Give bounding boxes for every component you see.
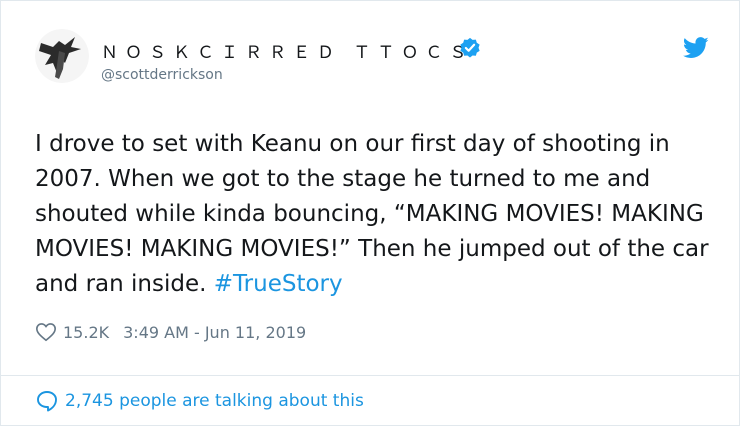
- divider: [1, 375, 740, 376]
- avatar[interactable]: [35, 29, 89, 83]
- display-name[interactable]: ＮＯＳＫＣＩＲＲＥＤ ＴＴＯＣＳ: [101, 38, 473, 63]
- user-handle[interactable]: @scottderrickson: [101, 67, 223, 83]
- conversation-text[interactable]: 2,745 people are talking about this: [65, 391, 364, 411]
- tweet-meta: 15.2K 3:49 AM - Jun 11, 2019: [35, 319, 635, 345]
- tweet-body: I drove to set with Keanu on our first d…: [35, 131, 709, 297]
- tweet-timestamp[interactable]: 3:49 AM - Jun 11, 2019: [123, 323, 306, 342]
- twitter-bird-icon[interactable]: [683, 37, 709, 59]
- comment-bubble-icon: [37, 391, 57, 412]
- tweet-text: I drove to set with Keanu on our first d…: [35, 127, 725, 302]
- conversation-link[interactable]: 2,745 people are talking about this: [35, 387, 364, 415]
- like-count[interactable]: 15.2K: [63, 323, 109, 342]
- verified-badge-icon: [460, 37, 480, 58]
- tweet-card[interactable]: ＮＯＳＫＣＩＲＲＥＤ ＴＴＯＣＳ @scottderrickson I drov…: [0, 0, 740, 426]
- hashtag-link[interactable]: #TrueStory: [214, 271, 343, 297]
- heart-icon[interactable]: [35, 321, 57, 343]
- tweet-header: ＮＯＳＫＣＩＲＲＥＤ ＴＴＯＣＳ @scottderrickson: [35, 29, 715, 89]
